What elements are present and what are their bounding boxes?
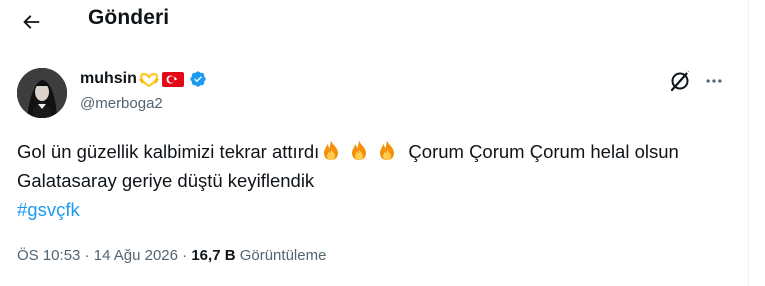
views-label: Görüntüleme — [235, 247, 327, 264]
view-count: 16,7 B — [191, 247, 236, 264]
more-horizontal-icon — [706, 79, 722, 83]
tweet-meta: ÖS 10:53 · 14 Ağu 2026 · 16,7 B Görüntül… — [17, 247, 326, 264]
yellow-heart-hands-icon — [138, 71, 160, 88]
tweet-text: Gol ün güzellik kalbimizi tekrar attırdı… — [17, 137, 732, 224]
grok-button[interactable] — [668, 69, 692, 93]
author-row: muhsin — [80, 69, 207, 89]
meta-separator: · — [80, 247, 94, 264]
fire-emoji-icon — [347, 138, 371, 162]
page-title: Gönderi — [88, 6, 170, 29]
tweet-time: ÖS 10:53 — [17, 247, 81, 264]
page-header: Gönderi — [0, 0, 748, 44]
tweet-text-part1: Gol ün güzellik kalbimizi tekrar attırdı — [17, 141, 320, 162]
hashtag-link[interactable]: #gsvçfk — [17, 199, 80, 220]
grok-icon — [670, 70, 691, 92]
tweet-time-link[interactable]: ÖS 10:53 · 14 Ağu 2026 — [17, 247, 178, 264]
back-button[interactable] — [16, 7, 46, 37]
fire-emoji-icon — [319, 138, 343, 162]
verified-badge-icon[interactable] — [189, 70, 207, 88]
avatar-image — [17, 68, 67, 118]
column-divider — [748, 0, 749, 286]
tweet-date: 14 Ağu 2026 — [93, 247, 178, 264]
fire-emoji-icon — [375, 138, 399, 162]
meta-separator: · — [178, 247, 192, 264]
avatar[interactable] — [17, 68, 67, 118]
more-options-button[interactable] — [703, 70, 725, 92]
author-name[interactable]: muhsin — [80, 70, 137, 88]
author-handle[interactable]: @merboga2 — [80, 95, 163, 112]
turkey-flag-icon — [161, 71, 184, 87]
arrow-left-icon — [23, 15, 40, 29]
